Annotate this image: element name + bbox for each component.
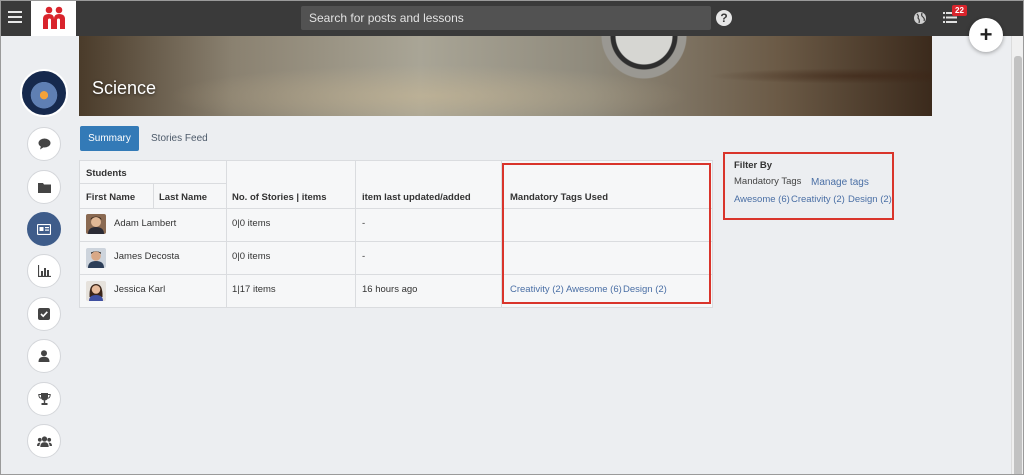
class-avatar[interactable] xyxy=(20,69,68,117)
student-photo-james xyxy=(86,248,106,268)
manage-tags-link[interactable]: Manage tags xyxy=(811,177,869,188)
row-divider xyxy=(80,208,712,209)
app-logo[interactable] xyxy=(31,0,76,36)
stories-count: 1|17 items xyxy=(232,284,276,295)
group-icon xyxy=(36,435,52,447)
class-banner: Science xyxy=(79,36,932,116)
help-icon[interactable]: ? xyxy=(716,10,732,26)
nav-tasks-button[interactable] xyxy=(27,297,61,331)
bar-chart-icon xyxy=(37,265,51,277)
filter-tag-creativity[interactable]: Creativity (2) xyxy=(791,194,845,205)
filter-panel: Filter By Mandatory Tags Manage tags Awe… xyxy=(723,152,894,220)
id-card-icon xyxy=(37,223,51,235)
tab-summary[interactable]: Summary xyxy=(80,126,139,151)
stories-count: 0|0 items xyxy=(232,251,271,262)
nav-summary-button[interactable] xyxy=(27,212,61,246)
chat-bubble-icon xyxy=(38,138,50,150)
student-name[interactable]: Adam Lambert xyxy=(114,218,176,229)
student-name[interactable]: James Decosta xyxy=(114,251,179,262)
user-icon xyxy=(38,350,50,362)
row-divider xyxy=(80,183,227,184)
filter-title: Filter By xyxy=(734,160,773,171)
page-title: Science xyxy=(92,78,157,98)
column-header-last-name[interactable]: Last Name xyxy=(159,192,207,203)
student-avatar xyxy=(86,248,106,268)
filter-subtitle: Mandatory Tags xyxy=(734,176,802,187)
last-updated: - xyxy=(362,218,366,229)
hamburger-menu-icon[interactable] xyxy=(8,11,22,23)
row-tag-creativity[interactable]: Creativity (2) xyxy=(510,284,564,295)
nav-awards-button[interactable] xyxy=(27,382,61,416)
logo-icon xyxy=(42,6,65,29)
nav-groups-button[interactable] xyxy=(27,424,61,458)
column-header-first-name[interactable]: First Name xyxy=(86,192,135,203)
row-tag-awesome[interactable]: Awesome (6) xyxy=(566,284,622,295)
scrollbar-thumb[interactable] xyxy=(1014,56,1022,475)
nav-chat-button[interactable] xyxy=(27,127,61,161)
nav-reports-button[interactable] xyxy=(27,254,61,288)
top-bar: ? 22 xyxy=(0,0,1024,36)
nav-folder-button[interactable] xyxy=(27,170,61,204)
folder-icon xyxy=(37,182,51,193)
column-divider xyxy=(153,183,154,208)
search-input[interactable] xyxy=(301,6,711,30)
column-divider xyxy=(501,161,502,307)
nav-users-button[interactable] xyxy=(27,339,61,373)
students-group-header: Students xyxy=(86,168,127,179)
student-photo-adam xyxy=(86,214,106,234)
column-header-mandatory-tags[interactable]: Mandatory Tags Used xyxy=(510,192,608,203)
student-avatar xyxy=(86,281,106,301)
last-updated: 16 hours ago xyxy=(362,284,418,295)
row-tag-design[interactable]: Design (2) xyxy=(623,284,667,295)
notification-count-badge: 22 xyxy=(952,5,967,16)
students-summary-table: Students First Name Last Name No. of Sto… xyxy=(79,160,713,308)
page-scrollbar[interactable] xyxy=(1011,36,1024,475)
student-photo-jessica xyxy=(86,281,106,301)
filter-tag-design[interactable]: Design (2) xyxy=(848,194,892,205)
add-button[interactable]: + xyxy=(969,18,1003,52)
student-name[interactable]: Jessica Karl xyxy=(114,284,165,295)
row-divider xyxy=(80,241,712,242)
filter-tag-awesome[interactable]: Awesome (6) xyxy=(734,194,790,205)
row-divider xyxy=(80,274,712,275)
column-header-stories[interactable]: No. of Stories | items xyxy=(232,192,327,203)
globe-icon[interactable] xyxy=(913,11,927,25)
column-header-last-updated[interactable]: item last updated/added xyxy=(362,192,471,203)
tab-stories-feed[interactable]: Stories Feed xyxy=(151,126,208,151)
trophy-icon xyxy=(37,393,51,405)
stories-count: 0|0 items xyxy=(232,218,271,229)
checkbox-icon xyxy=(38,308,50,320)
last-updated: - xyxy=(362,251,366,262)
column-divider xyxy=(355,161,356,307)
student-avatar xyxy=(86,214,106,234)
